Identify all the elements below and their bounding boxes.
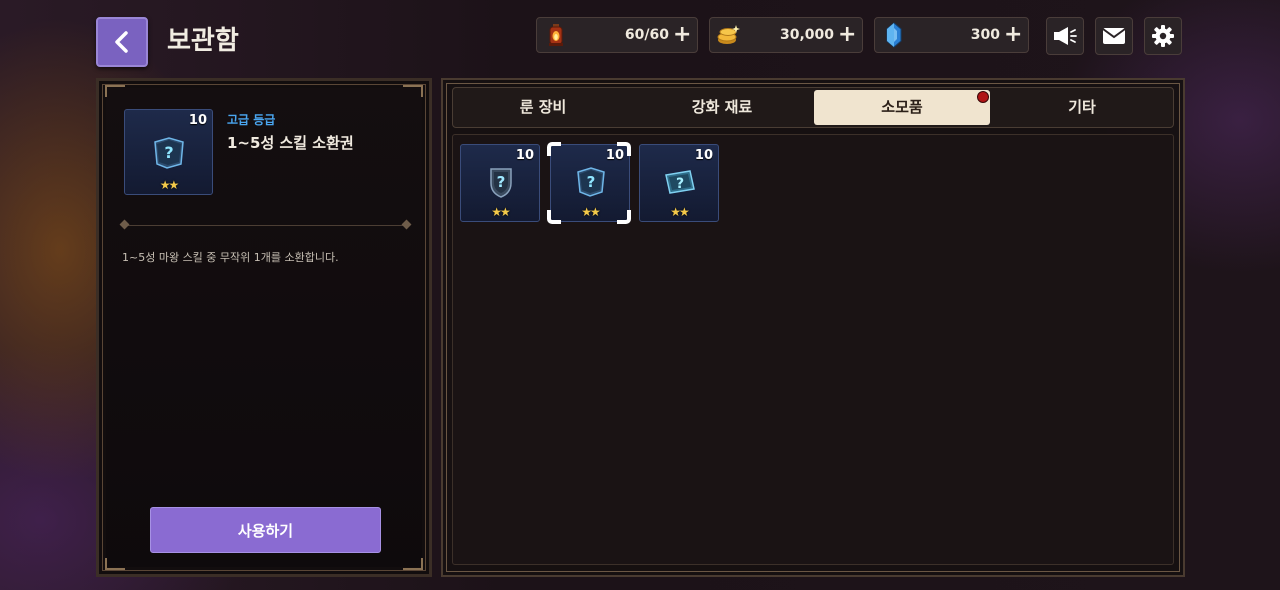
gem-value: 300 — [970, 27, 1000, 43]
selection-corner — [547, 210, 561, 224]
mystery-book-icon: ? — [154, 137, 184, 169]
tab-rune-equipment[interactable]: 룬 장비 — [455, 90, 631, 125]
detail-item-stars: ★★ — [159, 178, 180, 192]
item-name: 1~5성 스킬 소환권 — [227, 134, 354, 152]
page-title: 보관함 — [167, 26, 239, 56]
svg-text:?: ? — [587, 173, 596, 191]
svg-text:?: ? — [676, 176, 684, 192]
svg-text:?: ? — [497, 173, 506, 191]
item-stars: ★★ — [491, 205, 511, 219]
panel-corner-ornament — [403, 85, 423, 97]
gold-value: 30,000 — [779, 27, 834, 43]
mystery-book-icon: ? — [577, 167, 605, 197]
tab-consumables[interactable]: 소모품 — [814, 90, 990, 125]
mail-button[interactable] — [1095, 17, 1133, 55]
mystery-scroll-icon: ? — [665, 170, 695, 194]
svg-text:?: ? — [164, 143, 173, 162]
megaphone-icon — [1054, 27, 1077, 45]
energy-resource[interactable]: 60/60 + — [536, 17, 698, 53]
tab-upgrade-materials[interactable]: 강화 재료 — [634, 90, 810, 125]
envelope-icon — [1102, 28, 1126, 44]
chevron-left-icon — [115, 31, 128, 53]
item-description: 1~5성 마왕 스킬 중 무작위 1개를 소환합니다. — [122, 251, 339, 264]
gold-resource[interactable]: 30,000 + — [709, 17, 863, 53]
gear-icon — [1152, 25, 1174, 47]
blue-crystal-icon — [881, 22, 907, 48]
notification-dot — [977, 91, 989, 103]
inventory-item-slot[interactable]: 10 ? ★★ — [639, 144, 719, 222]
inventory-item-slot[interactable]: 10 ? ★★ — [460, 144, 540, 222]
item-count: 10 — [515, 148, 534, 163]
back-button[interactable] — [96, 17, 148, 67]
mystery-shield-icon: ? — [490, 168, 512, 198]
gem-resource[interactable]: 300 + — [874, 17, 1029, 53]
selection-corner — [617, 142, 631, 156]
gold-coins-icon — [716, 22, 742, 48]
energy-plus-button[interactable]: + — [673, 18, 691, 52]
panel-corner-ornament — [105, 558, 125, 570]
panel-corner-ornament — [403, 558, 423, 570]
energy-value: 60/60 — [624, 27, 669, 43]
announcement-button[interactable] — [1046, 17, 1084, 55]
tab-others[interactable]: 기타 — [994, 90, 1170, 125]
settings-button[interactable] — [1144, 17, 1182, 55]
selection-corner — [617, 210, 631, 224]
detail-divider — [124, 225, 408, 226]
gold-plus-button[interactable]: + — [838, 18, 856, 52]
detail-item-icon: 10 ? ★★ — [124, 109, 213, 195]
selection-corner — [547, 142, 561, 156]
lantern-icon — [543, 22, 569, 48]
gem-plus-button[interactable]: + — [1004, 18, 1022, 52]
item-grade-label: 고급 등급 — [227, 113, 276, 127]
panel-corner-ornament — [105, 85, 125, 97]
item-count: 10 — [694, 148, 713, 163]
item-stars: ★★ — [670, 205, 690, 219]
use-item-button[interactable]: 사용하기 — [150, 507, 381, 553]
detail-item-count: 10 — [188, 113, 207, 128]
